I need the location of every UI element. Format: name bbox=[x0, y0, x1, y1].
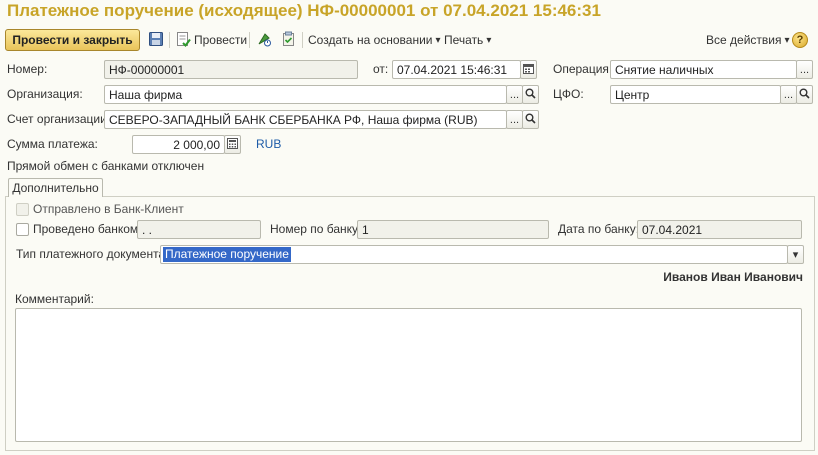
all-actions-label: Все действия bbox=[706, 33, 782, 47]
number-label: Номер: bbox=[7, 62, 48, 76]
processed-by-bank-checkbox[interactable] bbox=[16, 223, 29, 236]
bank-number-field[interactable]: 1 bbox=[357, 220, 549, 239]
save-icon bbox=[148, 31, 164, 50]
calculator-icon bbox=[227, 137, 238, 152]
comment-textarea[interactable] bbox=[15, 308, 802, 442]
bank-date-label: Дата по банку: bbox=[558, 222, 640, 236]
post-button[interactable]: Провести bbox=[175, 29, 247, 51]
organization-open-button[interactable] bbox=[522, 85, 539, 104]
operation-select-button[interactable]: ... bbox=[796, 60, 813, 79]
toolbar-separator bbox=[169, 32, 170, 48]
search-icon bbox=[525, 113, 536, 127]
responsible-user: Иванов Иван Иванович bbox=[663, 270, 803, 284]
document-structure-icon bbox=[280, 31, 296, 50]
comment-label: Комментарий: bbox=[15, 292, 94, 306]
processed-date-field[interactable]: . . bbox=[137, 220, 261, 239]
print-label: Печать bbox=[444, 33, 484, 47]
calendar-button[interactable] bbox=[520, 60, 537, 79]
cfo-open-button[interactable] bbox=[796, 85, 813, 104]
create-based-on-menu[interactable]: Создать на основании ▾ bbox=[308, 29, 441, 51]
post-button-label: Провести bbox=[194, 33, 248, 47]
cfo-field[interactable]: Центр bbox=[610, 85, 781, 104]
chevron-down-icon: ▾ bbox=[784, 34, 790, 46]
organization-field[interactable]: Наша фирма bbox=[104, 85, 507, 104]
search-icon bbox=[525, 88, 536, 102]
account-field[interactable]: СЕВЕРО-ЗАПАДНЫЙ БАНК СБЕРБАНКА РФ, Наша … bbox=[104, 110, 507, 129]
doc-type-dropdown-button[interactable]: ▾ bbox=[787, 245, 804, 264]
post-document-icon bbox=[175, 31, 191, 50]
search-icon bbox=[799, 88, 810, 102]
page-title: Платежное поручение (исходящее) НФ-00000… bbox=[7, 1, 601, 20]
help-icon: ? bbox=[792, 32, 808, 48]
sent-to-bank-client-checkbox[interactable] bbox=[16, 203, 29, 216]
chevron-down-icon: ▾ bbox=[792, 249, 799, 261]
date-field[interactable]: 07.04.2021 15:46:31 bbox=[392, 60, 521, 79]
operation-label: Операция: bbox=[553, 62, 613, 76]
chevron-down-icon: ▾ bbox=[486, 34, 492, 46]
date-label: от: bbox=[373, 62, 389, 76]
organization-select-button[interactable]: ... bbox=[506, 85, 523, 104]
sum-field[interactable]: 2 000,00 bbox=[132, 135, 225, 154]
structure-button[interactable] bbox=[280, 29, 296, 51]
save-button[interactable] bbox=[148, 29, 164, 51]
document-movements-icon bbox=[256, 31, 272, 50]
cfo-select-button[interactable]: ... bbox=[780, 85, 797, 104]
print-menu[interactable]: Печать ▾ bbox=[444, 29, 491, 51]
operation-field[interactable]: Снятие наличных bbox=[610, 60, 797, 79]
processed-by-bank-label: Проведено банком bbox=[33, 222, 139, 236]
cfo-label: ЦФО: bbox=[553, 87, 584, 101]
doc-type-select[interactable]: Платежное поручение bbox=[160, 245, 788, 264]
sum-label: Сумма платежа: bbox=[7, 137, 98, 151]
chevron-down-icon: ▾ bbox=[435, 34, 441, 46]
calculator-button[interactable] bbox=[224, 135, 241, 154]
currency-link[interactable]: RUB bbox=[256, 135, 281, 153]
number-field[interactable]: НФ-00000001 bbox=[104, 60, 358, 79]
doc-type-value: Платежное поручение bbox=[163, 247, 291, 262]
bank-number-label: Номер по банку: bbox=[270, 222, 362, 236]
movements-button[interactable] bbox=[256, 29, 272, 51]
tab-additional[interactable]: Дополнительно bbox=[8, 178, 103, 197]
account-open-button[interactable] bbox=[522, 110, 539, 129]
help-button[interactable]: ? bbox=[792, 29, 808, 51]
toolbar-separator bbox=[302, 32, 303, 48]
organization-label: Организация: bbox=[7, 87, 83, 101]
toolbar-separator bbox=[249, 32, 250, 48]
account-select-button[interactable]: ... bbox=[506, 110, 523, 129]
bank-date-field[interactable]: 07.04.2021 bbox=[637, 220, 802, 239]
create-based-on-label: Создать на основании bbox=[308, 33, 433, 47]
account-label: Счет организации: bbox=[7, 112, 111, 126]
doc-type-label: Тип платежного документа: bbox=[16, 247, 169, 261]
sent-to-bank-client-label: Отправлено в Банк-Клиент bbox=[33, 202, 184, 216]
post-and-close-button[interactable]: Провести и закрыть bbox=[5, 29, 140, 51]
all-actions-menu[interactable]: Все действия ▾ bbox=[706, 29, 790, 51]
calendar-icon bbox=[523, 63, 534, 77]
bank-exchange-note: Прямой обмен с банками отключен bbox=[7, 159, 205, 173]
